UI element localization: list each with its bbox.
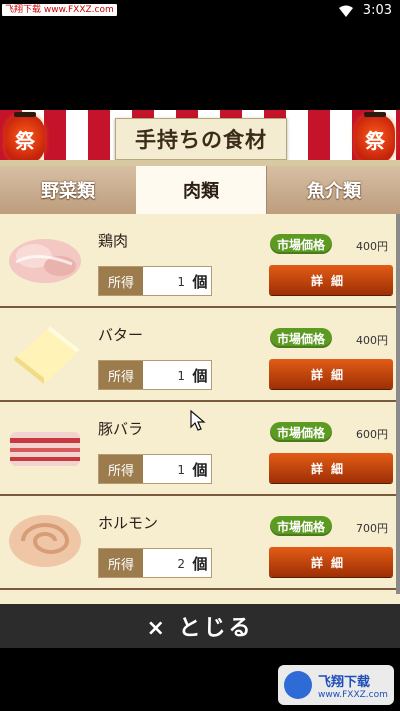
owned-unit: 個 — [192, 272, 208, 291]
status-bar: 飞翔下载 www.FXXZ.com 3:03 — [0, 0, 400, 22]
offal-icon — [9, 515, 81, 567]
category-tabs: 野菜類 肉類 魚介類 — [0, 166, 400, 214]
close-button-label: × とじる — [146, 616, 254, 641]
market-price-value: 700円 — [356, 522, 388, 535]
market-price-badge: 市場価格 — [270, 328, 332, 348]
owned-unit: 個 — [192, 460, 208, 479]
watermark-title: 飞翔下载 — [318, 674, 371, 690]
mouse-cursor-icon — [190, 410, 206, 431]
chicken-meat-icon — [9, 239, 81, 283]
watermark-text: 飞翔下载 www.FXXZ.com — [318, 671, 388, 700]
market-price-value: 600円 — [356, 428, 388, 441]
site-badge: 飞翔下载 www.FXXZ.com — [2, 4, 117, 16]
watermark-logo-icon — [284, 671, 312, 699]
list-item: ホルモン 所得 2 個 市場価格 700円 詳細 — [0, 496, 400, 590]
list-item: 鶏肉 所得 1 個 市場価格 400円 詳細 — [0, 214, 400, 308]
owned-count-box: 所得 2 個 — [98, 548, 212, 578]
title-plate: 手持ちの食材 — [115, 118, 287, 160]
lantern-left-label: 祭 — [15, 128, 35, 153]
owned-count: 1 — [177, 463, 185, 477]
owned-count: 1 — [177, 369, 185, 383]
header-banner: 祭 手持ちの食材 祭 — [0, 110, 400, 166]
status-right: 3:03 — [338, 3, 392, 18]
watermark: 飞翔下载 www.FXXZ.com — [278, 665, 394, 705]
market-price-badge: 市場価格 — [270, 516, 332, 536]
market-price-badge: 市場価格 — [270, 422, 332, 442]
close-button[interactable]: × とじる — [0, 604, 400, 648]
item-name: ホルモン — [98, 514, 159, 532]
owned-count: 1 — [177, 275, 185, 289]
owned-unit: 個 — [192, 554, 208, 573]
detail-button[interactable]: 詳細 — [269, 453, 393, 483]
owned-label: 所得 — [99, 361, 143, 389]
detail-button[interactable]: 詳細 — [269, 265, 393, 295]
item-name: 鶏肉 — [98, 232, 129, 250]
lantern-left-icon: 祭 — [5, 112, 45, 166]
tab-seafood[interactable]: 魚介類 — [266, 166, 400, 214]
ingredient-list: 鶏肉 所得 1 個 市場価格 400円 詳細 バター 所得 1 個 市場価格 4… — [0, 214, 400, 604]
top-black-area — [0, 22, 400, 110]
owned-label: 所得 — [99, 455, 143, 483]
owned-unit: 個 — [192, 366, 208, 385]
status-time: 3:03 — [362, 3, 392, 18]
watermark-url: www.FXXZ.com — [318, 689, 388, 700]
owned-count: 2 — [177, 557, 185, 571]
lantern-right-icon: 祭 — [355, 112, 395, 166]
market-price-value: 400円 — [356, 240, 388, 253]
item-name: 豚バラ — [98, 420, 144, 438]
pork-belly-icon — [10, 432, 80, 466]
detail-button[interactable]: 詳細 — [269, 359, 393, 389]
wifi-icon — [338, 5, 353, 17]
tab-vegetables[interactable]: 野菜類 — [0, 166, 137, 214]
owned-count-box: 所得 1 個 — [98, 360, 212, 390]
lantern-right-label: 祭 — [365, 128, 385, 153]
page-title: 手持ちの食材 — [135, 127, 267, 152]
butter-icon — [14, 326, 80, 384]
owned-count-box: 所得 1 個 — [98, 454, 212, 484]
tab-meat[interactable]: 肉類 — [136, 166, 266, 214]
owned-label: 所得 — [99, 267, 143, 295]
detail-button[interactable]: 詳細 — [269, 547, 393, 577]
list-item: バター 所得 1 個 市場価格 400円 詳細 — [0, 308, 400, 402]
item-name: バター — [98, 326, 144, 344]
list-scrollbar[interactable] — [396, 214, 400, 594]
market-price-value: 400円 — [356, 334, 388, 347]
owned-label: 所得 — [99, 549, 143, 577]
market-price-badge: 市場価格 — [270, 234, 332, 254]
owned-count-box: 所得 1 個 — [98, 266, 212, 296]
